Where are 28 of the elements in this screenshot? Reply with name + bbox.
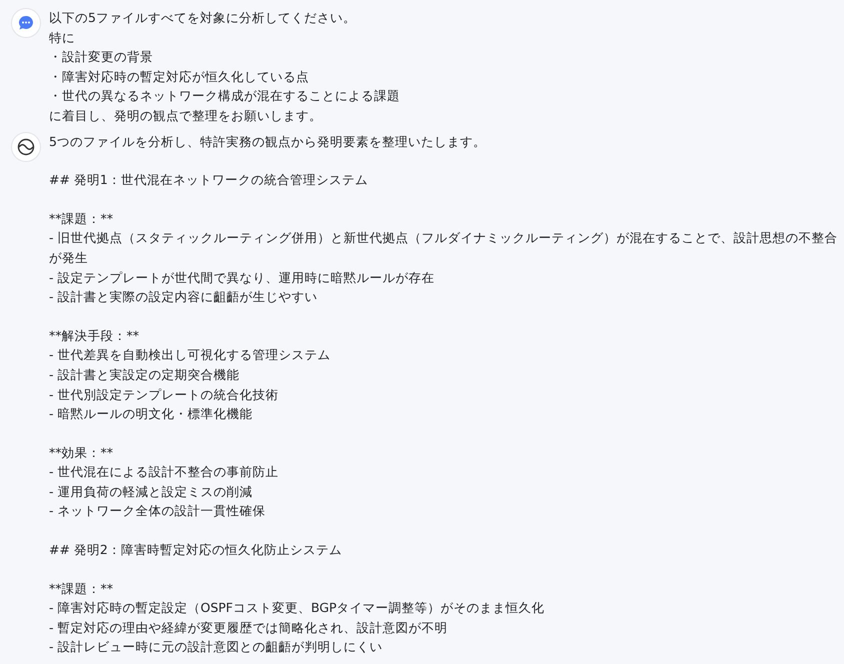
message-line: - 世代差異を自動検出し可視化する管理システム [49,346,332,364]
message-line: 以下の5ファイルすべてを対象に分析してください。 [49,9,357,27]
message-line: - 世代別設定テンプレートの統合化技術 [49,386,280,404]
message-line: ## 発明2：障害時暫定対応の恒久化防止システム [49,541,343,560]
chat-bubble-icon [11,8,41,38]
message-line: - 設計書と実設定の定期突合機能 [49,366,240,384]
message-line: ・障害対応時の暫定対応が恒久化している点 [49,68,310,86]
message-line: - 設定テンプレートが世代間で異なり、運用時に暗黙ルールが存在 [49,268,436,287]
message-line: - 障害対応時の暫定設定（OSPFコスト変更、BGPタイマー調整等）がそのまま恒久化 [49,599,546,618]
message-line: **課題：** [49,210,114,228]
message-line: **課題：** [49,580,114,598]
message-line: - ネットワーク全体の設計一貫性確保 [49,502,266,520]
message-line: - 暗黙ルールの明文化・標準化機能 [49,405,254,424]
message-line: **解決手段：** [49,326,140,345]
message-line: - 運用負荷の軽減と設定ミスの削減 [49,482,254,501]
message-line: **効果：** [49,444,114,462]
message-line: - 世代混在による設計不整合の事前防止 [49,463,280,482]
message-line: - 設計レビュー時に元の設計意図との齟齬が判明しにくい [49,638,384,656]
message-line: ・世代の異なるネットワーク構成が混在することによる課題 [49,87,401,106]
message-line: 5つのファイルを分析し、特許実務の観点から発明要素を整理いたします。 [49,132,487,151]
message-line: に着目し、発明の観点で整理をお願いします。 [49,106,323,125]
message-line: - 設計書と実際の設定内容に齟齬が生じやすい [49,288,318,306]
message-line: - 旧世代拠点（スタティックルーティング併用）と新世代拠点（フルダイナミックルーティング）が混在することで、設計思想の不整合が発生 [49,229,838,267]
message-line: - 暫定対応の理由や経緯が変更履歴では簡略化され、設計意図が不明 [49,618,448,637]
message-line: ## 発明1：世代混在ネットワークの統合管理システム [49,171,369,190]
message-line: 特に [49,28,76,47]
wave-logo-icon [11,132,41,162]
message-line: ・設計変更の背景 [49,48,154,66]
